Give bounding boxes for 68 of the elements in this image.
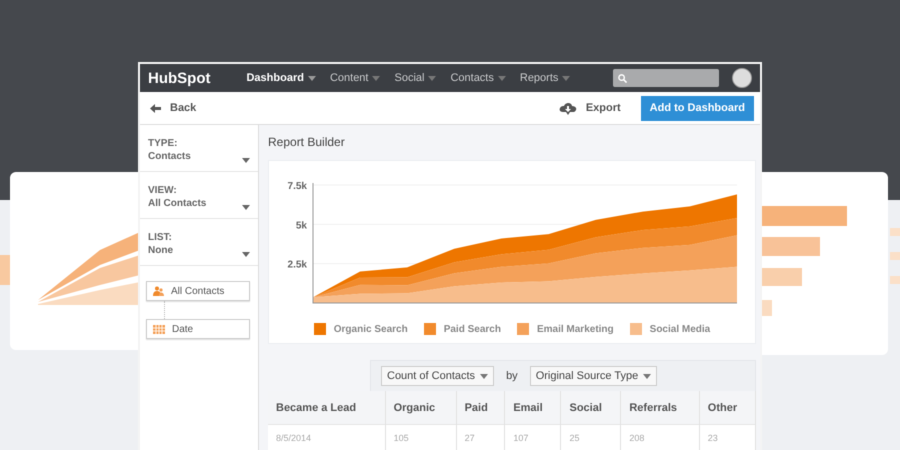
table-cell: 27 <box>456 424 505 450</box>
caret-icon <box>242 158 250 163</box>
table-cell: 107 <box>504 424 561 450</box>
nav-item[interactable]: Contacts <box>450 72 506 84</box>
report-node[interactable]: Date <box>146 319 250 339</box>
blurred-bar <box>762 268 802 286</box>
blurred-bar <box>0 255 10 285</box>
by-label: by <box>506 370 518 382</box>
filter-dropdown[interactable]: TYPE: Contacts <box>140 125 258 172</box>
y-tick-label: 5k <box>296 220 307 232</box>
caret-icon <box>242 205 250 210</box>
measure-dropdown[interactable]: Count of Contacts <box>381 366 494 386</box>
caret-icon <box>308 76 316 80</box>
logo[interactable]: HubSpot <box>148 70 210 86</box>
table-cell: 8/5/2014 <box>268 424 386 450</box>
legend-label: Social Media <box>650 324 710 334</box>
column-header: Paid <box>456 391 505 424</box>
blurred-bar <box>890 276 900 284</box>
caret-icon <box>242 252 250 257</box>
legend-label: Organic Search <box>334 324 408 334</box>
filter-label: VIEW: <box>148 184 178 197</box>
report-node[interactable]: All Contacts <box>146 281 250 301</box>
table-cell: 25 <box>560 424 621 450</box>
nav-item[interactable]: Social <box>394 72 436 84</box>
filter-value: All Contacts <box>148 197 206 210</box>
search-icon <box>618 74 627 82</box>
cloud-download-icon <box>558 102 577 114</box>
filter-dropdown[interactable]: LIST: None <box>140 219 258 266</box>
filter-value: Contacts <box>148 150 191 163</box>
export-button[interactable]: Export <box>548 102 631 114</box>
column-header: Referrals <box>620 391 700 424</box>
filter-label: LIST: <box>148 231 173 244</box>
blurred-bar <box>890 228 900 236</box>
table-cell: 105 <box>385 424 456 450</box>
column-header: Other <box>699 391 756 424</box>
dimension-dropdown[interactable]: Original Source Type <box>530 366 658 386</box>
filter-value: None <box>148 244 173 257</box>
column-header: Organic <box>385 391 456 424</box>
y-tick-label: 2.5k <box>288 260 307 271</box>
blurred-bar <box>762 300 772 316</box>
report-title: Report Builder <box>268 135 346 151</box>
search-field[interactable] <box>613 69 719 87</box>
legend-label: Paid Search <box>444 324 501 334</box>
caret-icon <box>428 76 436 80</box>
caret-icon <box>498 76 506 80</box>
nav-item[interactable]: Reports <box>520 72 570 84</box>
legend-label: Email Marketing <box>536 324 614 334</box>
table-cell: 208 <box>620 424 700 450</box>
caret-icon <box>643 374 652 378</box>
caret-icon <box>562 76 570 80</box>
column-header: Social <box>560 391 621 424</box>
people-icon <box>153 286 164 296</box>
table-cell: 23 <box>699 424 756 450</box>
caret-icon <box>480 374 488 378</box>
nav-item[interactable]: Dashboard <box>246 72 316 84</box>
column-header: Became a Lead <box>268 391 386 424</box>
blurred-bar <box>762 237 820 256</box>
y-tick-label: 7.5k <box>288 181 307 192</box>
arrow-left-icon <box>150 104 161 112</box>
calendar-grid-icon <box>153 324 165 334</box>
back-button[interactable]: Back <box>140 102 206 114</box>
filter-label: TYPE: <box>148 137 178 150</box>
caret-icon <box>372 76 380 80</box>
blurred-bar <box>890 252 900 260</box>
nav-item[interactable]: Content <box>330 72 380 84</box>
filter-dropdown[interactable]: VIEW: All Contacts <box>140 172 258 219</box>
column-header: Email <box>504 391 561 424</box>
avatar[interactable] <box>732 68 752 88</box>
